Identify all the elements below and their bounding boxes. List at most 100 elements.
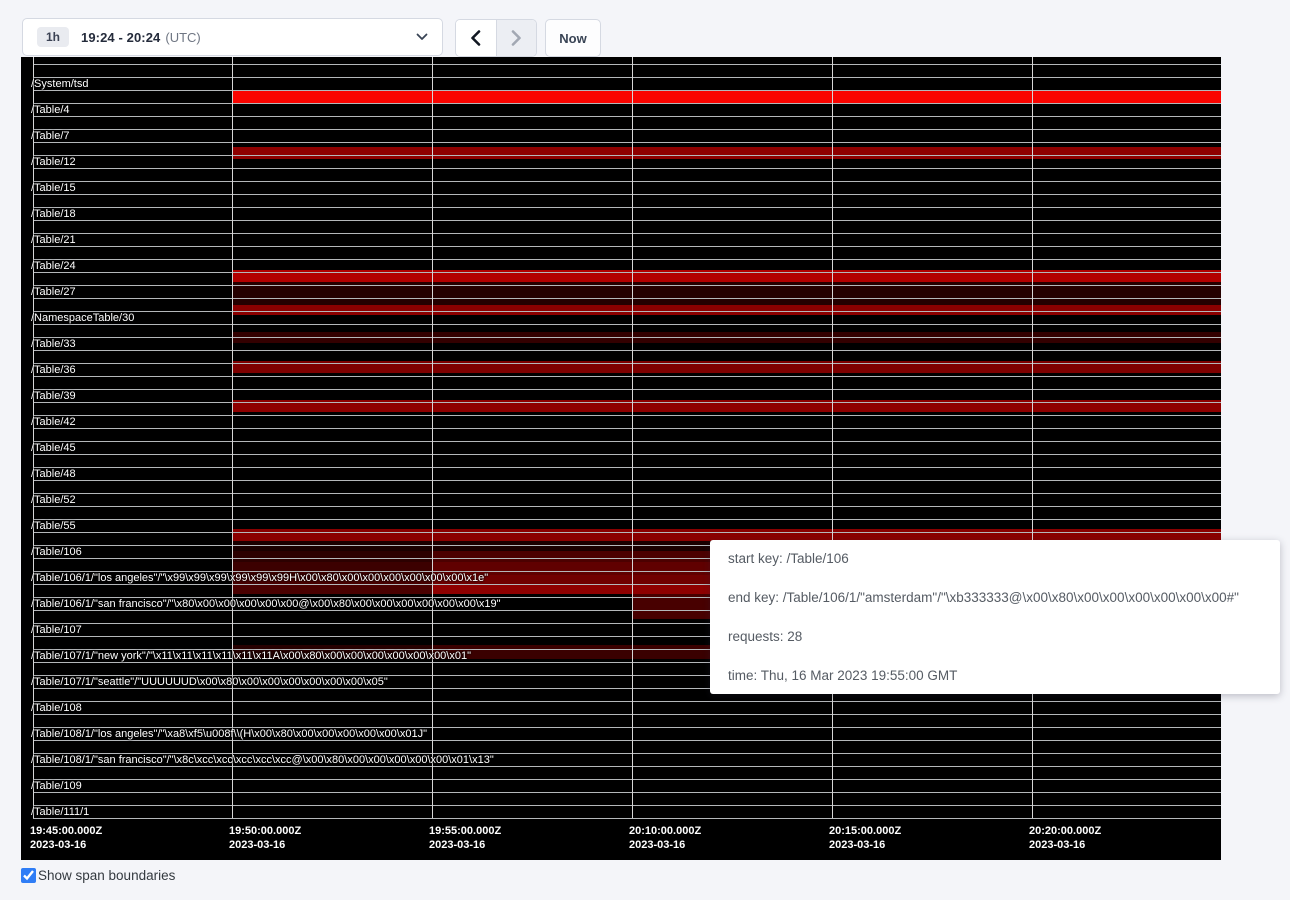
span-boundary-line: [33, 77, 1221, 78]
row-label: /Table/18: [31, 208, 76, 221]
x-axis-label: 19:50:00.000Z2023-03-16: [229, 824, 301, 852]
span-boundary-line: [33, 168, 1221, 169]
row-label: /Table/111/1: [31, 806, 89, 819]
heat-band: [232, 282, 1221, 305]
time-bucket-line: [232, 57, 233, 818]
time-bucket-line: [432, 57, 433, 818]
time-range-selector[interactable]: 1h 19:24 - 20:24 (UTC): [22, 18, 443, 56]
span-boundary-line: [33, 493, 1221, 494]
now-button[interactable]: Now: [545, 19, 601, 57]
span-boundary-line: [33, 805, 1221, 806]
row-label: /Table/4: [31, 104, 70, 117]
row-label: /Table/21: [31, 234, 76, 247]
span-boundary-line: [33, 142, 1221, 143]
show-span-boundaries-control: Show span boundaries: [21, 866, 175, 884]
tooltip-requests: requests: 28: [728, 629, 1262, 644]
row-label: /Table/106/1/"los angeles"/"\x99\x99\x99…: [31, 572, 488, 585]
row-label: /Table/45: [31, 442, 76, 455]
row-label: /Table/108/1/"san francisco"/"\x8c\xcc\x…: [31, 754, 494, 767]
span-boundary-line: [33, 467, 1221, 468]
now-button-label: Now: [559, 31, 586, 46]
row-label: /Table/24: [31, 260, 76, 273]
span-boundary-line: [33, 792, 1221, 793]
span-boundary-line: [33, 519, 1221, 520]
chevron-left-icon: [470, 30, 481, 46]
span-boundary-line: [33, 181, 1221, 182]
row-label: /Table/106/1/"san francisco"/"\x80\x00\x…: [31, 598, 501, 611]
x-axis-label: 20:10:00.000Z2023-03-16: [629, 824, 701, 852]
row-label: /Table/33: [31, 338, 76, 351]
row-label: /Table/108: [31, 702, 82, 715]
span-boundary-line: [33, 454, 1221, 455]
span-boundary-line: [33, 480, 1221, 481]
row-label: /Table/48: [31, 468, 76, 481]
span-boundary-line: [33, 64, 1221, 65]
chevron-down-icon: [416, 33, 428, 41]
tooltip-end-key: end key: /Table/106/1/"amsterdam"/"\xb33…: [728, 590, 1262, 605]
x-axis-label: 19:55:00.000Z2023-03-16: [429, 824, 501, 852]
time-bucket-line: [1032, 57, 1033, 818]
row-label: /Table/7: [31, 130, 70, 143]
x-axis-label: 19:45:00.000Z2023-03-16: [30, 824, 102, 852]
row-label: /Table/27: [31, 286, 76, 299]
bucket-tooltip: start key: /Table/106 end key: /Table/10…: [710, 540, 1280, 694]
span-boundary-line: [33, 324, 1221, 325]
row-label: /Table/109: [31, 780, 82, 793]
show-span-boundaries-checkbox[interactable]: [21, 868, 36, 883]
next-window-button[interactable]: [497, 20, 537, 56]
span-boundary-line: [33, 389, 1221, 390]
span-boundary-line: [33, 129, 1221, 130]
span-boundary-line: [33, 441, 1221, 442]
time-range-duration-badge: 1h: [37, 27, 69, 47]
time-bucket-line: [832, 57, 833, 818]
heat-band: [232, 584, 432, 594]
heat-band: [232, 400, 1221, 412]
row-label: /Table/12: [31, 156, 76, 169]
span-boundary-line: [33, 428, 1221, 429]
span-boundary-line: [33, 259, 1221, 260]
x-axis-label: 20:15:00.000Z2023-03-16: [829, 824, 901, 852]
heat-band: [232, 147, 1221, 159]
row-label: /Table/107/1/"new york"/"\x11\x11\x11\x1…: [31, 650, 471, 663]
span-boundary-line: [33, 701, 1221, 702]
heat-band: [232, 361, 1221, 373]
time-range-label: 19:24 - 20:24: [81, 30, 160, 45]
heat-band: [232, 270, 1221, 282]
tooltip-time: time: Thu, 16 Mar 2023 19:55:00 GMT: [728, 668, 1262, 683]
span-boundary-line: [33, 194, 1221, 195]
span-boundary-line: [33, 506, 1221, 507]
span-boundary-line: [33, 116, 1221, 117]
span-boundary-line: [33, 714, 1221, 715]
key-visualizer-canvas[interactable]: /System/tsd/Table/4/Table/7/Table/12/Tab…: [21, 57, 1221, 860]
row-label: /Table/107: [31, 624, 82, 637]
span-boundary-line: [33, 376, 1221, 377]
span-boundary-line: [33, 207, 1221, 208]
row-label: /Table/36: [31, 364, 76, 377]
time-bucket-line: [632, 57, 633, 818]
row-label: /Table/55: [31, 520, 76, 533]
prev-window-button[interactable]: [456, 20, 497, 56]
span-boundary-line: [33, 350, 1221, 351]
tooltip-start-key: start key: /Table/106: [728, 551, 1262, 566]
row-label: /Table/52: [31, 494, 76, 507]
heat-band: [232, 90, 1221, 103]
row-label: /Table/106: [31, 546, 82, 559]
span-boundary-line: [33, 415, 1221, 416]
row-label: /Table/107/1/"seattle"/"UUUUUUD\x00\x80\…: [31, 676, 388, 689]
show-span-boundaries-label: Show span boundaries: [38, 868, 175, 883]
x-axis-label: 20:20:00.000Z2023-03-16: [1029, 824, 1101, 852]
row-label: /System/tsd: [31, 78, 88, 91]
row-label: /Table/42: [31, 416, 76, 429]
heat-band: [232, 332, 1221, 343]
time-range-timezone: (UTC): [165, 30, 200, 45]
row-label: /Table/108/1/"los angeles"/"\xa8\xf5\u00…: [31, 728, 427, 741]
span-boundary-line: [33, 779, 1221, 780]
row-label: /Table/15: [31, 182, 76, 195]
time-window-nav: [455, 19, 537, 57]
heat-band: [232, 305, 1221, 315]
span-boundary-line: [33, 246, 1221, 247]
row-label: /Table/39: [31, 390, 76, 403]
chevron-right-icon: [511, 30, 522, 46]
row-label: /NamespaceTable/30: [31, 312, 134, 325]
span-boundary-line: [33, 220, 1221, 221]
